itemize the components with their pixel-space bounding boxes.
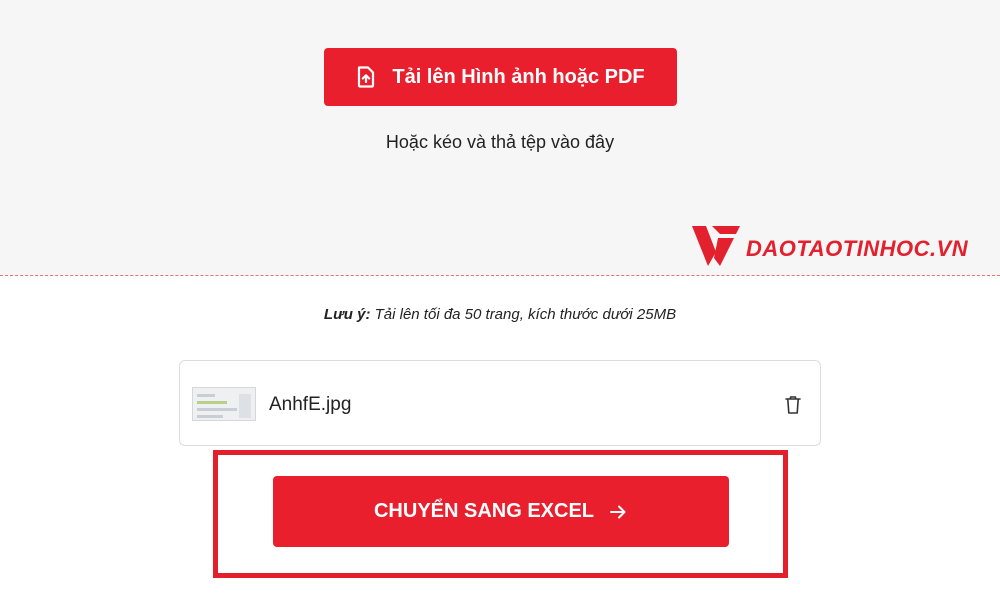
upload-drop-zone[interactable]: Tải lên Hình ảnh hoặc PDF Hoặc kéo và th… — [0, 0, 1000, 276]
convert-button-label: CHUYỂN SANG EXCEL — [373, 500, 595, 522]
page: Tải lên Hình ảnh hoặc PDF Hoặc kéo và th… — [0, 0, 1000, 600]
watermark-text: DAOTAOTINHOC.VN — [746, 236, 969, 261]
upload-note: Lưu ý: Tải lên tối đa 50 trang, kích thư… — [0, 306, 1000, 323]
note-label: Lưu ý: — [323, 306, 371, 323]
upload-file-icon — [356, 66, 376, 88]
delete-file-button[interactable] — [783, 394, 803, 416]
convert-to-excel-button[interactable]: CHUYỂN SANG EXCEL — [273, 476, 729, 547]
file-name: AnhfE.jpg — [269, 394, 352, 415]
note-text: Tải lên tối đa 50 trang, kích thước dưới… — [370, 306, 677, 323]
image-thumbnail — [192, 387, 256, 421]
upload-button[interactable]: Tải lên Hình ảnh hoặc PDF — [324, 48, 677, 106]
watermark: DAOTAOTINHOC.VN — [690, 222, 968, 270]
arrow-right-icon — [608, 502, 628, 522]
drag-drop-hint: Hoặc kéo và thả tệp vào đây — [385, 132, 615, 152]
upload-button-label: Tải lên Hình ảnh hoặc PDF — [392, 65, 645, 88]
trash-icon — [783, 396, 803, 420]
logo-mark-icon — [690, 222, 742, 270]
file-item: AnhfE.jpg — [179, 360, 821, 446]
